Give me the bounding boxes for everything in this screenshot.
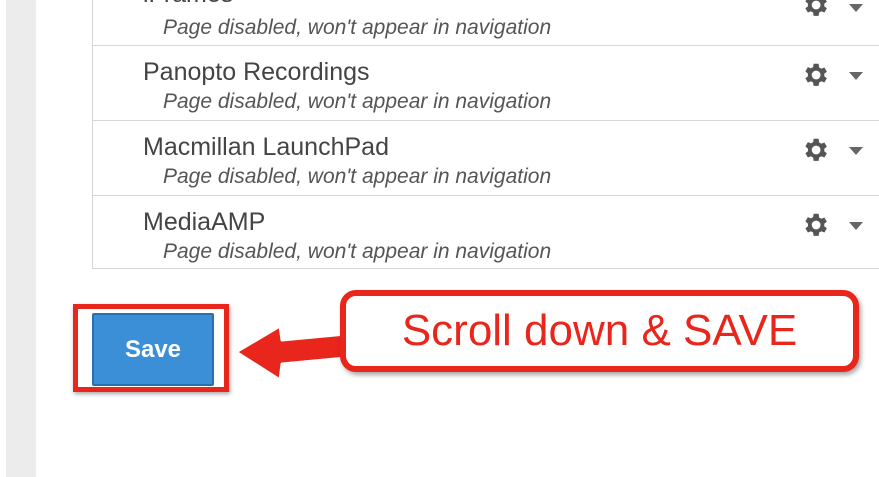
caret-down-icon[interactable] bbox=[849, 72, 863, 80]
caret-down-icon[interactable] bbox=[849, 222, 863, 230]
item-status: Page disabled, won't appear in navigatio… bbox=[163, 240, 552, 263]
item-status: Page disabled, won't appear in navigatio… bbox=[163, 90, 552, 113]
gear-icon[interactable] bbox=[800, 0, 830, 20]
arrow-left-icon bbox=[234, 324, 348, 382]
instruction-callout: Scroll down & SAVE bbox=[340, 290, 859, 372]
gear-icon[interactable] bbox=[800, 60, 830, 90]
gear-icon[interactable] bbox=[800, 135, 830, 165]
callout-text: Scroll down & SAVE bbox=[401, 306, 798, 355]
list-item-macmillan-launchpad: Macmillan LaunchPad Page disabled, won't… bbox=[93, 121, 879, 196]
item-title: Panopto Recordings bbox=[143, 58, 370, 86]
item-title: Macmillan LaunchPad bbox=[143, 133, 389, 161]
item-status: Page disabled, won't appear in navigatio… bbox=[163, 16, 552, 39]
caret-down-icon[interactable] bbox=[849, 147, 863, 155]
item-title: MediaAMP bbox=[143, 208, 266, 236]
item-status: Page disabled, won't appear in navigatio… bbox=[163, 165, 552, 188]
navigation-list: iFrames Page disabled, won't appear in n… bbox=[92, 0, 879, 269]
list-item-mediaamp: MediaAMP Page disabled, won't appear in … bbox=[93, 196, 879, 268]
caret-down-icon[interactable] bbox=[849, 4, 863, 12]
save-button[interactable]: Save bbox=[92, 313, 214, 386]
left-gutter-edge bbox=[0, 0, 6, 477]
item-title: iFrames bbox=[143, 0, 233, 9]
list-item-iframes: iFrames Page disabled, won't appear in n… bbox=[93, 0, 879, 46]
list-item-panopto-recordings: Panopto Recordings Page disabled, won't … bbox=[93, 46, 879, 121]
gear-icon[interactable] bbox=[800, 210, 830, 240]
